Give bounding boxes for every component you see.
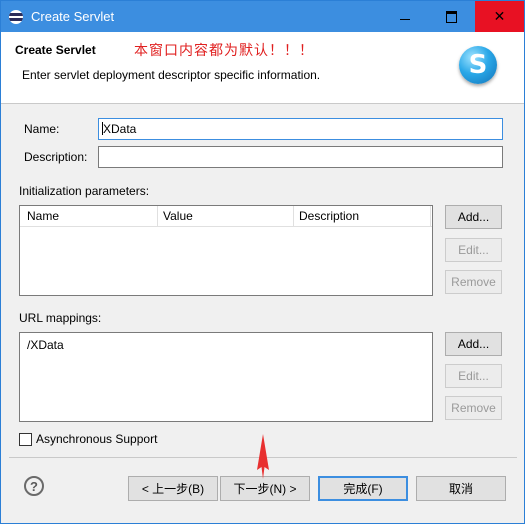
init-params-label: Initialization parameters: [19,184,150,198]
cancel-button[interactable]: 取消 [416,476,506,501]
finish-button[interactable]: 完成(F) [318,476,408,501]
annotation-note: 本窗口内容都为默认！！！ [134,42,314,58]
table-header: Name Value Description [20,206,432,227]
create-servlet-dialog: Create Servlet ✕ Create Servlet 本窗口内容都为默… [0,0,525,524]
init-remove-button[interactable]: Remove [445,270,502,294]
wizard-header: Create Servlet 本窗口内容都为默认！！！ Enter servle… [1,32,524,104]
column-header-name[interactable]: Name [27,209,59,223]
annotation-arrow-icon [257,434,269,479]
window-title: Create Servlet [31,9,115,24]
description-field[interactable] [98,146,503,168]
column-header-value[interactable]: Value [163,209,193,223]
column-header-description[interactable]: Description [299,209,359,223]
url-add-button[interactable]: Add... [445,332,502,356]
url-edit-button[interactable]: Edit... [445,364,502,388]
column-divider[interactable] [430,206,431,226]
init-add-button[interactable]: Add... [445,205,502,229]
page-title: Create Servlet [15,43,96,57]
url-mappings-label: URL mappings: [19,311,102,325]
name-field[interactable]: XData [98,118,503,140]
eclipse-icon [9,10,23,24]
description-label: Description: [24,150,88,164]
help-icon[interactable]: ? [24,476,44,496]
url-remove-button[interactable]: Remove [445,396,502,420]
page-description: Enter servlet deployment descriptor spec… [22,68,321,82]
async-support-checkbox[interactable] [19,433,32,446]
maximize-button[interactable] [428,1,474,32]
servlet-logo-icon: S [459,46,497,84]
url-mappings-list[interactable]: /XData [19,332,433,422]
next-button[interactable]: 下一步(N) > [220,476,310,501]
close-button[interactable]: ✕ [475,1,524,32]
init-params-table[interactable]: Name Value Description [19,205,433,296]
minimize-button[interactable] [382,1,428,32]
column-divider[interactable] [157,206,158,226]
list-item[interactable]: /XData [27,338,64,352]
minimize-icon [400,19,410,20]
async-support-label[interactable]: Asynchronous Support [36,432,157,446]
name-label: Name: [24,122,60,136]
back-button[interactable]: < 上一步(B) [128,476,218,501]
maximize-icon [445,10,457,23]
init-edit-button[interactable]: Edit... [445,238,502,262]
column-divider[interactable] [293,206,294,226]
close-x-icon: ✕ [493,8,506,24]
title-bar[interactable]: Create Servlet ✕ [1,1,524,32]
name-field-value: XData [103,122,137,136]
